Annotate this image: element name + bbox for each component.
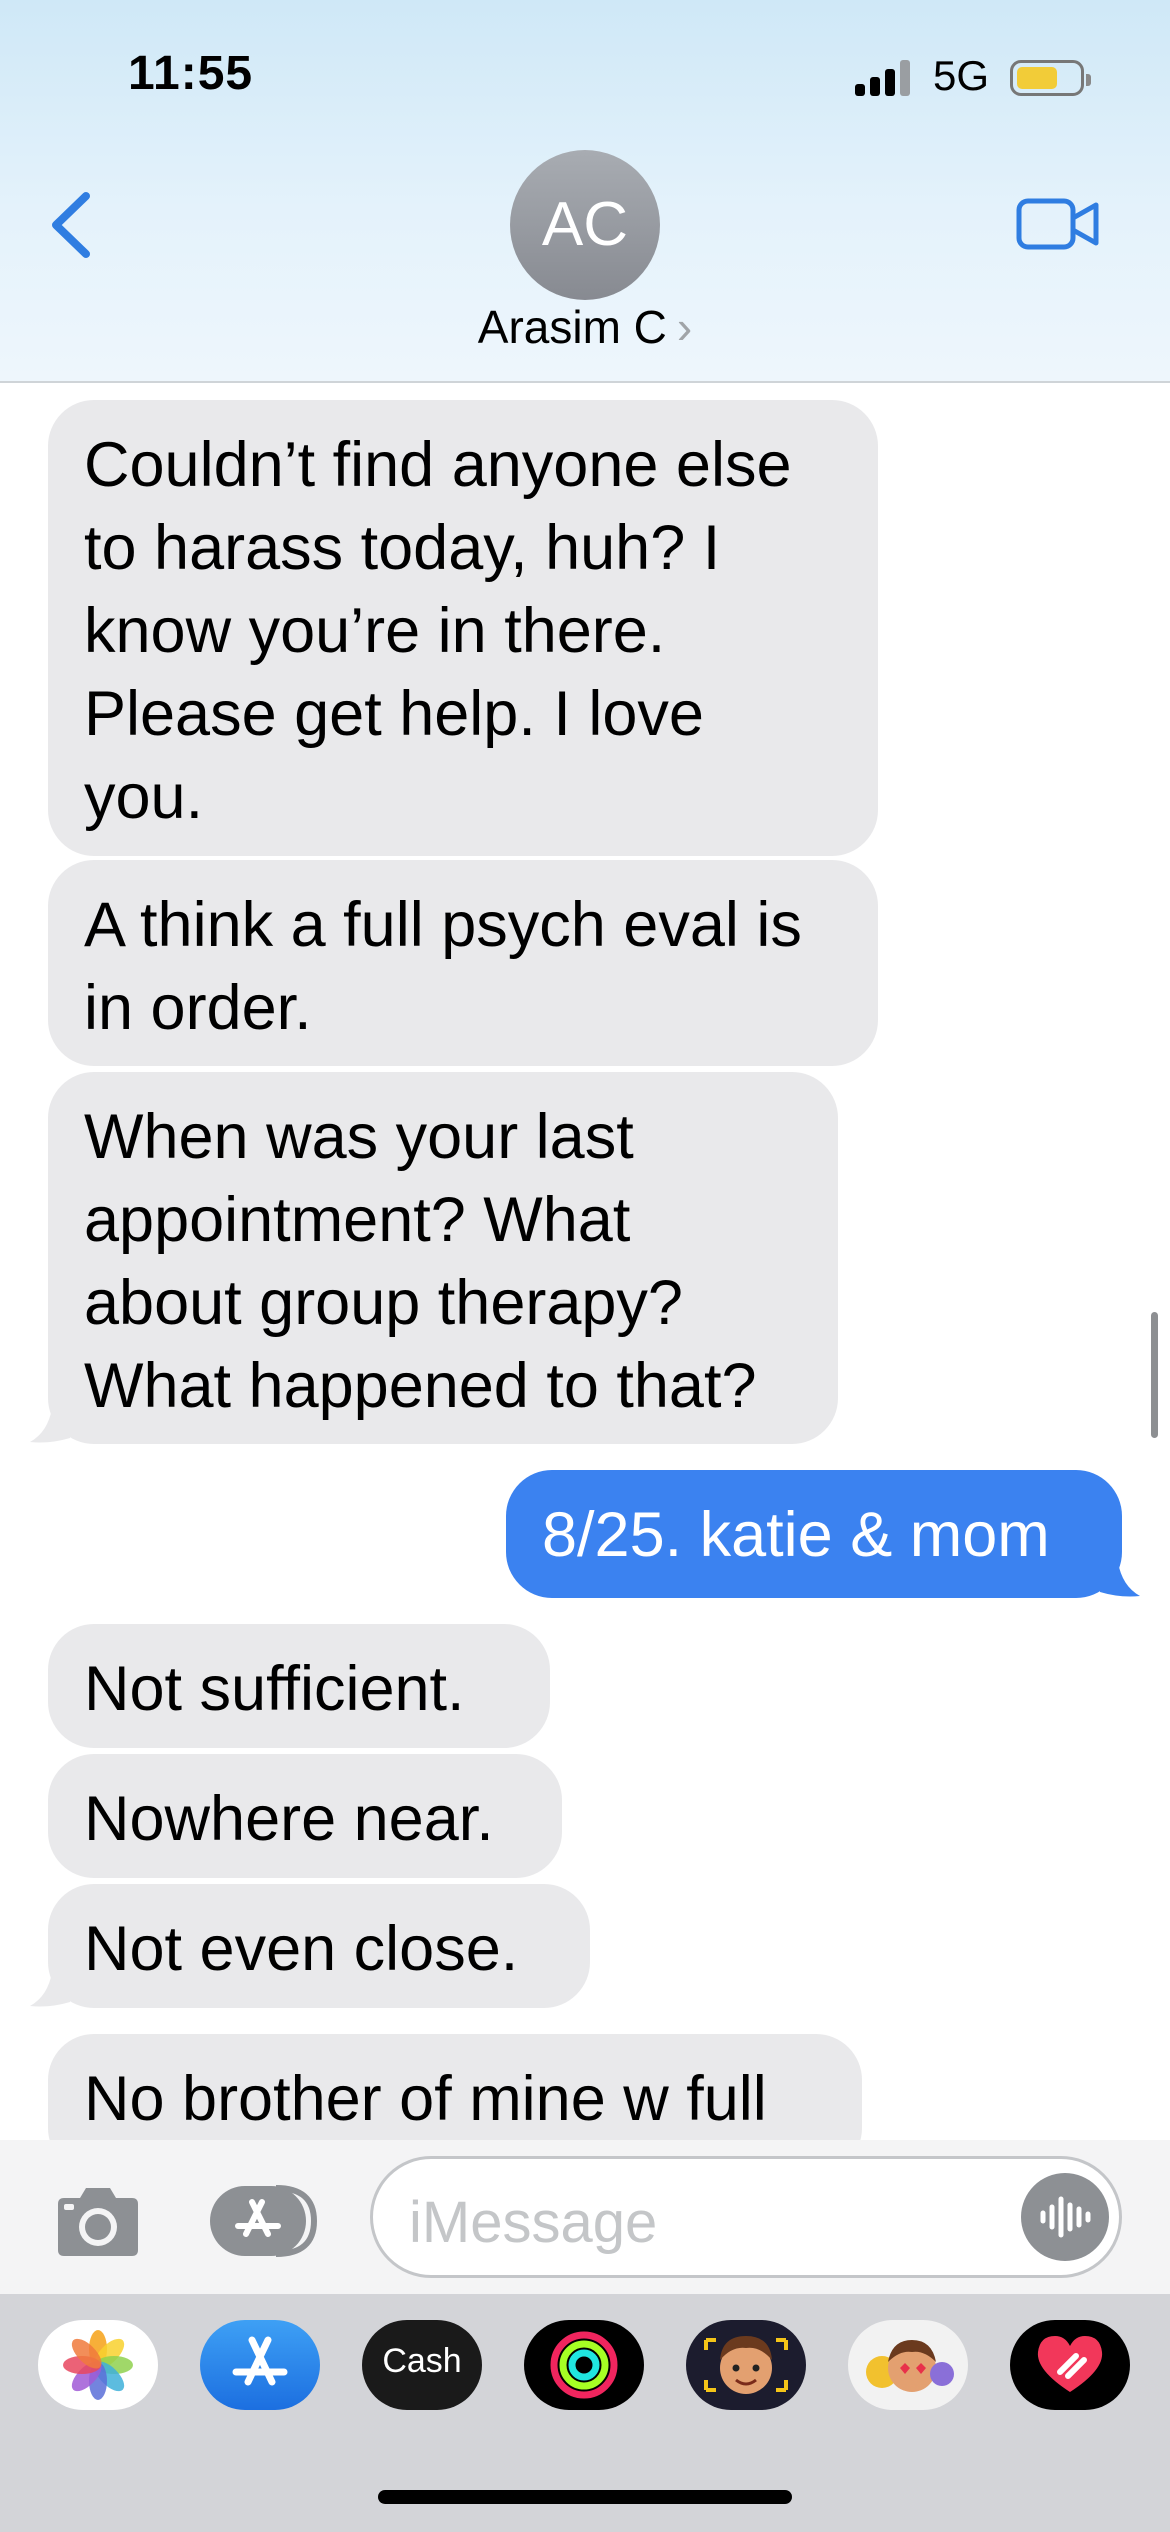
chevron-right-icon: › bbox=[676, 301, 693, 353]
incoming-message[interactable]: A think a full psych eval is in order. bbox=[48, 860, 878, 1066]
cash-app-button[interactable]: Cash bbox=[362, 2320, 482, 2410]
compose-bar: iMessage bbox=[0, 2140, 1170, 2294]
digital-touch-icon bbox=[1037, 2336, 1103, 2392]
photos-icon bbox=[63, 2330, 133, 2400]
activity-app-button[interactable] bbox=[524, 2320, 644, 2410]
camera-button[interactable] bbox=[50, 2184, 146, 2260]
cash-app-icon: Cash bbox=[382, 2342, 462, 2380]
scrollbar[interactable] bbox=[1151, 1312, 1158, 1438]
incoming-message[interactable]: Not sufficient. bbox=[48, 1624, 550, 1748]
outgoing-message[interactable]: 8/25. katie & mom bbox=[506, 1470, 1122, 1598]
audio-message-button[interactable] bbox=[1021, 2173, 1109, 2261]
memoji-app-button[interactable] bbox=[686, 2320, 806, 2410]
incoming-message[interactable]: Nowhere near. bbox=[48, 1754, 562, 1878]
contact-name: Arasim C bbox=[477, 301, 667, 353]
memoji-stickers-icon bbox=[866, 2340, 954, 2392]
app-store-icon bbox=[232, 2336, 288, 2386]
contact-name-button[interactable]: Arasim C › bbox=[0, 300, 1170, 354]
memoji-icon bbox=[704, 2336, 788, 2394]
digital-touch-app-button[interactable] bbox=[1010, 2320, 1130, 2410]
video-camera-icon bbox=[1016, 198, 1099, 250]
incoming-message[interactable]: Couldn’t find anyone else to harass toda… bbox=[48, 400, 878, 856]
memoji-stickers-app-button[interactable] bbox=[848, 2320, 968, 2410]
message-input-placeholder: iMessage bbox=[409, 2190, 658, 2255]
bubble-tail bbox=[1100, 1562, 1140, 1597]
conversation-header: 11:55 5G AC Arasim C › bbox=[0, 0, 1170, 383]
cellular-signal-icon bbox=[855, 58, 915, 96]
waveform-icon bbox=[1040, 2196, 1091, 2238]
home-indicator[interactable] bbox=[378, 2490, 792, 2504]
contact-avatar[interactable]: AC bbox=[510, 150, 660, 300]
activity-rings-icon bbox=[550, 2331, 618, 2399]
photos-app-button[interactable] bbox=[38, 2320, 158, 2410]
battery-icon bbox=[1010, 60, 1091, 96]
bubble-tail bbox=[30, 1408, 70, 1443]
message-input[interactable]: iMessage bbox=[370, 2156, 1122, 2278]
chevron-left-icon bbox=[52, 192, 90, 258]
app-store-app-button[interactable] bbox=[200, 2320, 320, 2410]
incoming-message[interactable]: Not even close. bbox=[48, 1884, 590, 2008]
app-store-icon bbox=[210, 2185, 318, 2257]
apps-button[interactable] bbox=[206, 2182, 318, 2260]
back-button[interactable] bbox=[42, 180, 102, 270]
network-type: 5G bbox=[933, 52, 990, 99]
camera-icon bbox=[58, 2188, 138, 2256]
facetime-video-button[interactable] bbox=[1016, 196, 1100, 252]
incoming-message[interactable]: When was your last appointment? What abo… bbox=[48, 1072, 838, 1444]
status-time: 11:55 bbox=[128, 47, 254, 100]
bubble-tail bbox=[30, 1972, 70, 2007]
